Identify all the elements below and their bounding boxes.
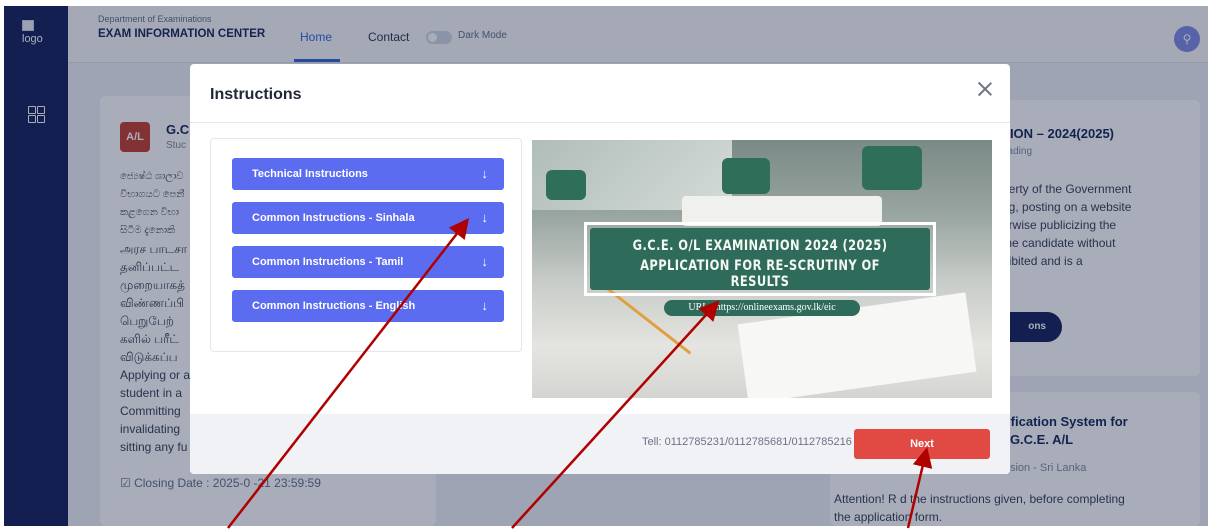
arrow-down-icon: ↓ xyxy=(481,166,489,181)
app-window: Department of Examinations EXAM INFORMAT… xyxy=(4,6,1208,526)
arrow-down-icon: ↓ xyxy=(481,298,489,313)
accordion-tamil[interactable]: Common Instructions - Tamil ↓ xyxy=(232,246,504,278)
banner-title: G.C.E. O/L EXAMINATION 2024 (2025) APPLI… xyxy=(590,228,930,290)
accordion-label: Common Instructions - Sinhala xyxy=(252,212,415,224)
arrow-down-icon: ↓ xyxy=(481,254,489,269)
next-button[interactable]: Next xyxy=(854,429,990,459)
arrow-down-icon: ↓ xyxy=(481,210,489,225)
accordion-technical[interactable]: Technical Instructions ↓ xyxy=(232,158,504,190)
banner-line-1: G.C.E. O/L EXAMINATION 2024 (2025) xyxy=(632,238,888,254)
photo-chair xyxy=(546,170,586,200)
instructions-modal: Instructions Technical Instructions ↓ Co… xyxy=(190,64,1010,474)
banner-url: URL : https://onlineexams.gov.lk/eic xyxy=(664,300,860,316)
accordion-english[interactable]: Common Instructions - English ↓ xyxy=(232,290,504,322)
modal-divider xyxy=(190,122,1010,123)
banner-image: G.C.E. O/L EXAMINATION 2024 (2025) APPLI… xyxy=(532,140,992,398)
modal-title: Instructions xyxy=(210,86,302,103)
accordion-sinhala[interactable]: Common Instructions - Sinhala ↓ xyxy=(232,202,504,234)
photo-chair xyxy=(722,158,770,194)
accordion-label: Technical Instructions xyxy=(252,168,368,180)
accordion-label: Common Instructions - Tamil xyxy=(252,256,404,268)
accordion-label: Common Instructions - English xyxy=(252,300,416,312)
photo-chair xyxy=(862,146,922,190)
accordion-panel: Technical Instructions ↓ Common Instruct… xyxy=(210,138,522,352)
modal-footer: Tell: 0112785231/0112785681/0112785216 N… xyxy=(190,414,1010,474)
close-icon[interactable] xyxy=(977,82,992,96)
telephone-numbers: Tell: 0112785231/0112785681/0112785216 xyxy=(642,436,852,448)
banner-line-2: APPLICATION FOR RE-SCRUTINY OF RESULTS xyxy=(640,258,880,290)
